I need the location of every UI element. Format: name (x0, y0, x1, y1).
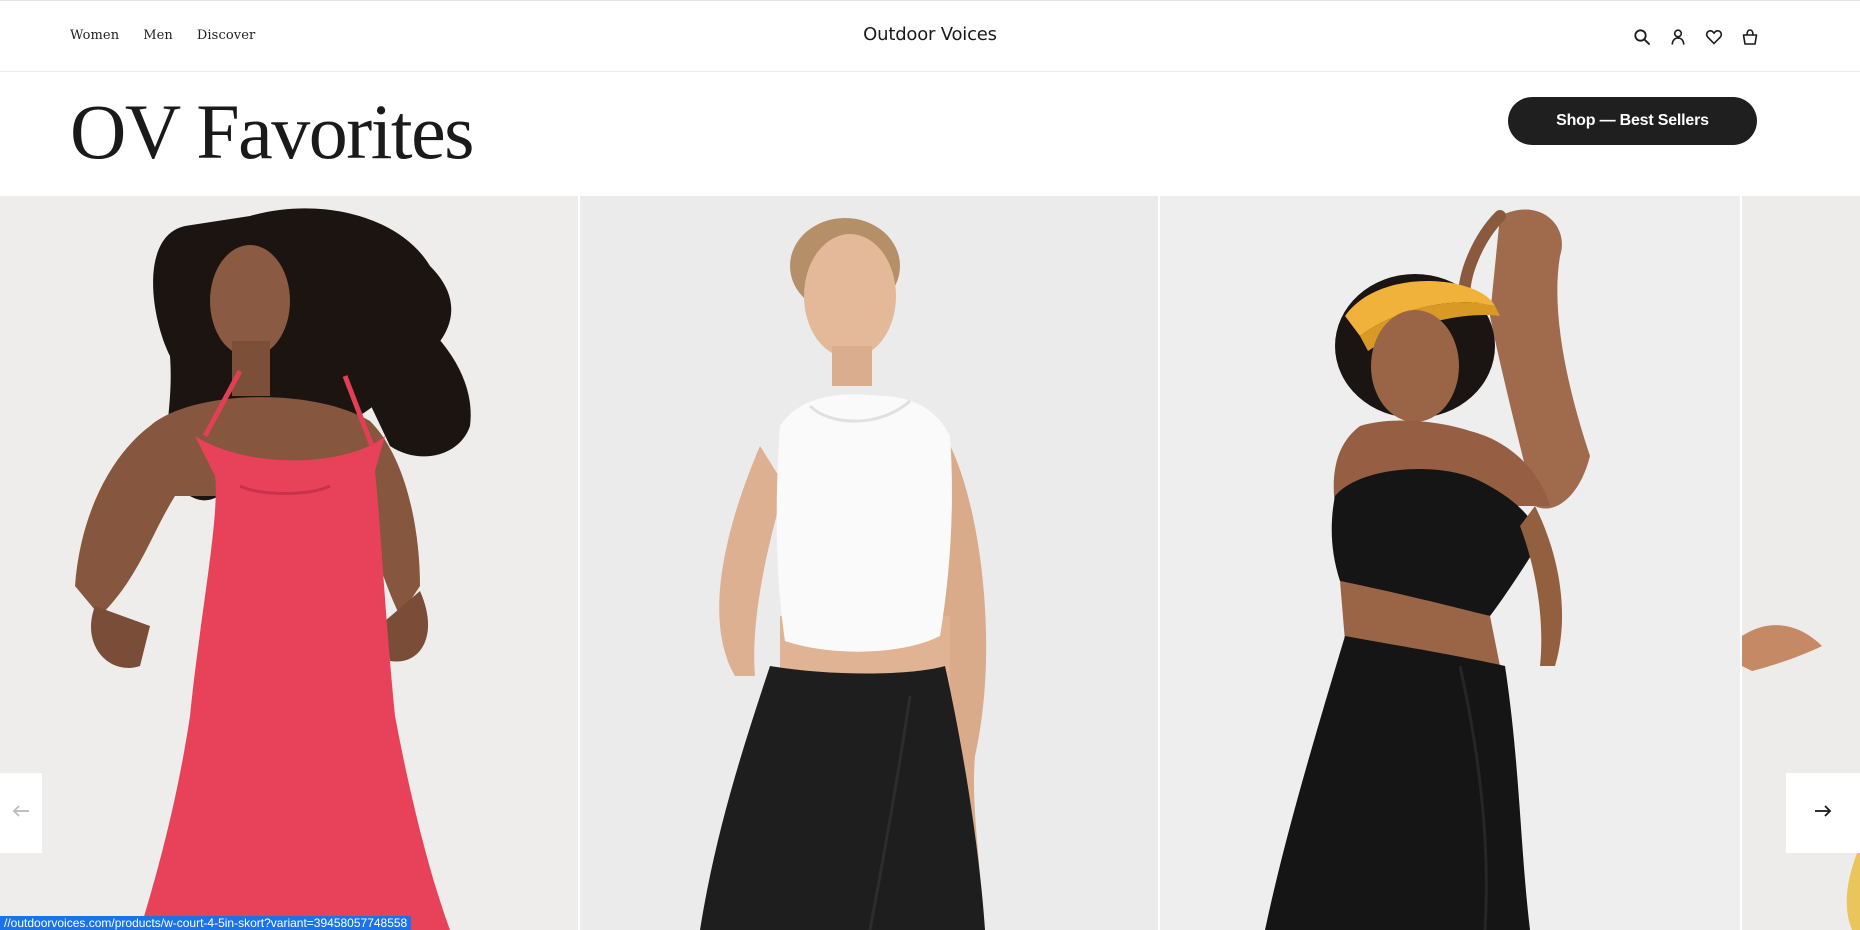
brand-logo[interactable]: Outdoor Voices (863, 24, 997, 45)
site-header: Women Men Discover Outdoor Voices (0, 0, 1860, 72)
nav-item-men[interactable]: Men (143, 28, 173, 43)
nav-item-discover[interactable]: Discover (197, 28, 255, 43)
brand-logo-wrap: Outdoor Voices (0, 24, 1860, 45)
product-card[interactable] (0, 196, 578, 930)
carousel-next-button[interactable] (1786, 773, 1860, 853)
product-image (0, 196, 578, 930)
account-icon[interactable] (1668, 27, 1688, 47)
product-card[interactable] (1160, 196, 1740, 930)
section-title: OV Favorites (70, 88, 475, 175)
nav-item-women[interactable]: Women (70, 28, 119, 43)
heart-icon[interactable] (1704, 27, 1724, 47)
product-image (580, 196, 1158, 930)
status-bar-url: //outdoorvoices.com/products/w-court-4-5… (0, 916, 412, 930)
shop-best-sellers-button[interactable]: Shop — Best Sellers (1508, 97, 1757, 145)
product-card[interactable] (580, 196, 1158, 930)
main-nav: Women Men Discover (70, 28, 255, 43)
header-actions (1632, 27, 1760, 47)
search-icon[interactable] (1632, 27, 1652, 47)
product-image (1160, 196, 1740, 930)
bag-icon[interactable] (1740, 27, 1760, 47)
arrow-right-icon (1814, 804, 1832, 823)
product-carousel (0, 196, 1860, 930)
section-header: OV Favorites Shop — Best Sellers (0, 72, 1860, 196)
arrow-left-icon (12, 804, 30, 823)
carousel-prev-button[interactable] (0, 773, 42, 853)
